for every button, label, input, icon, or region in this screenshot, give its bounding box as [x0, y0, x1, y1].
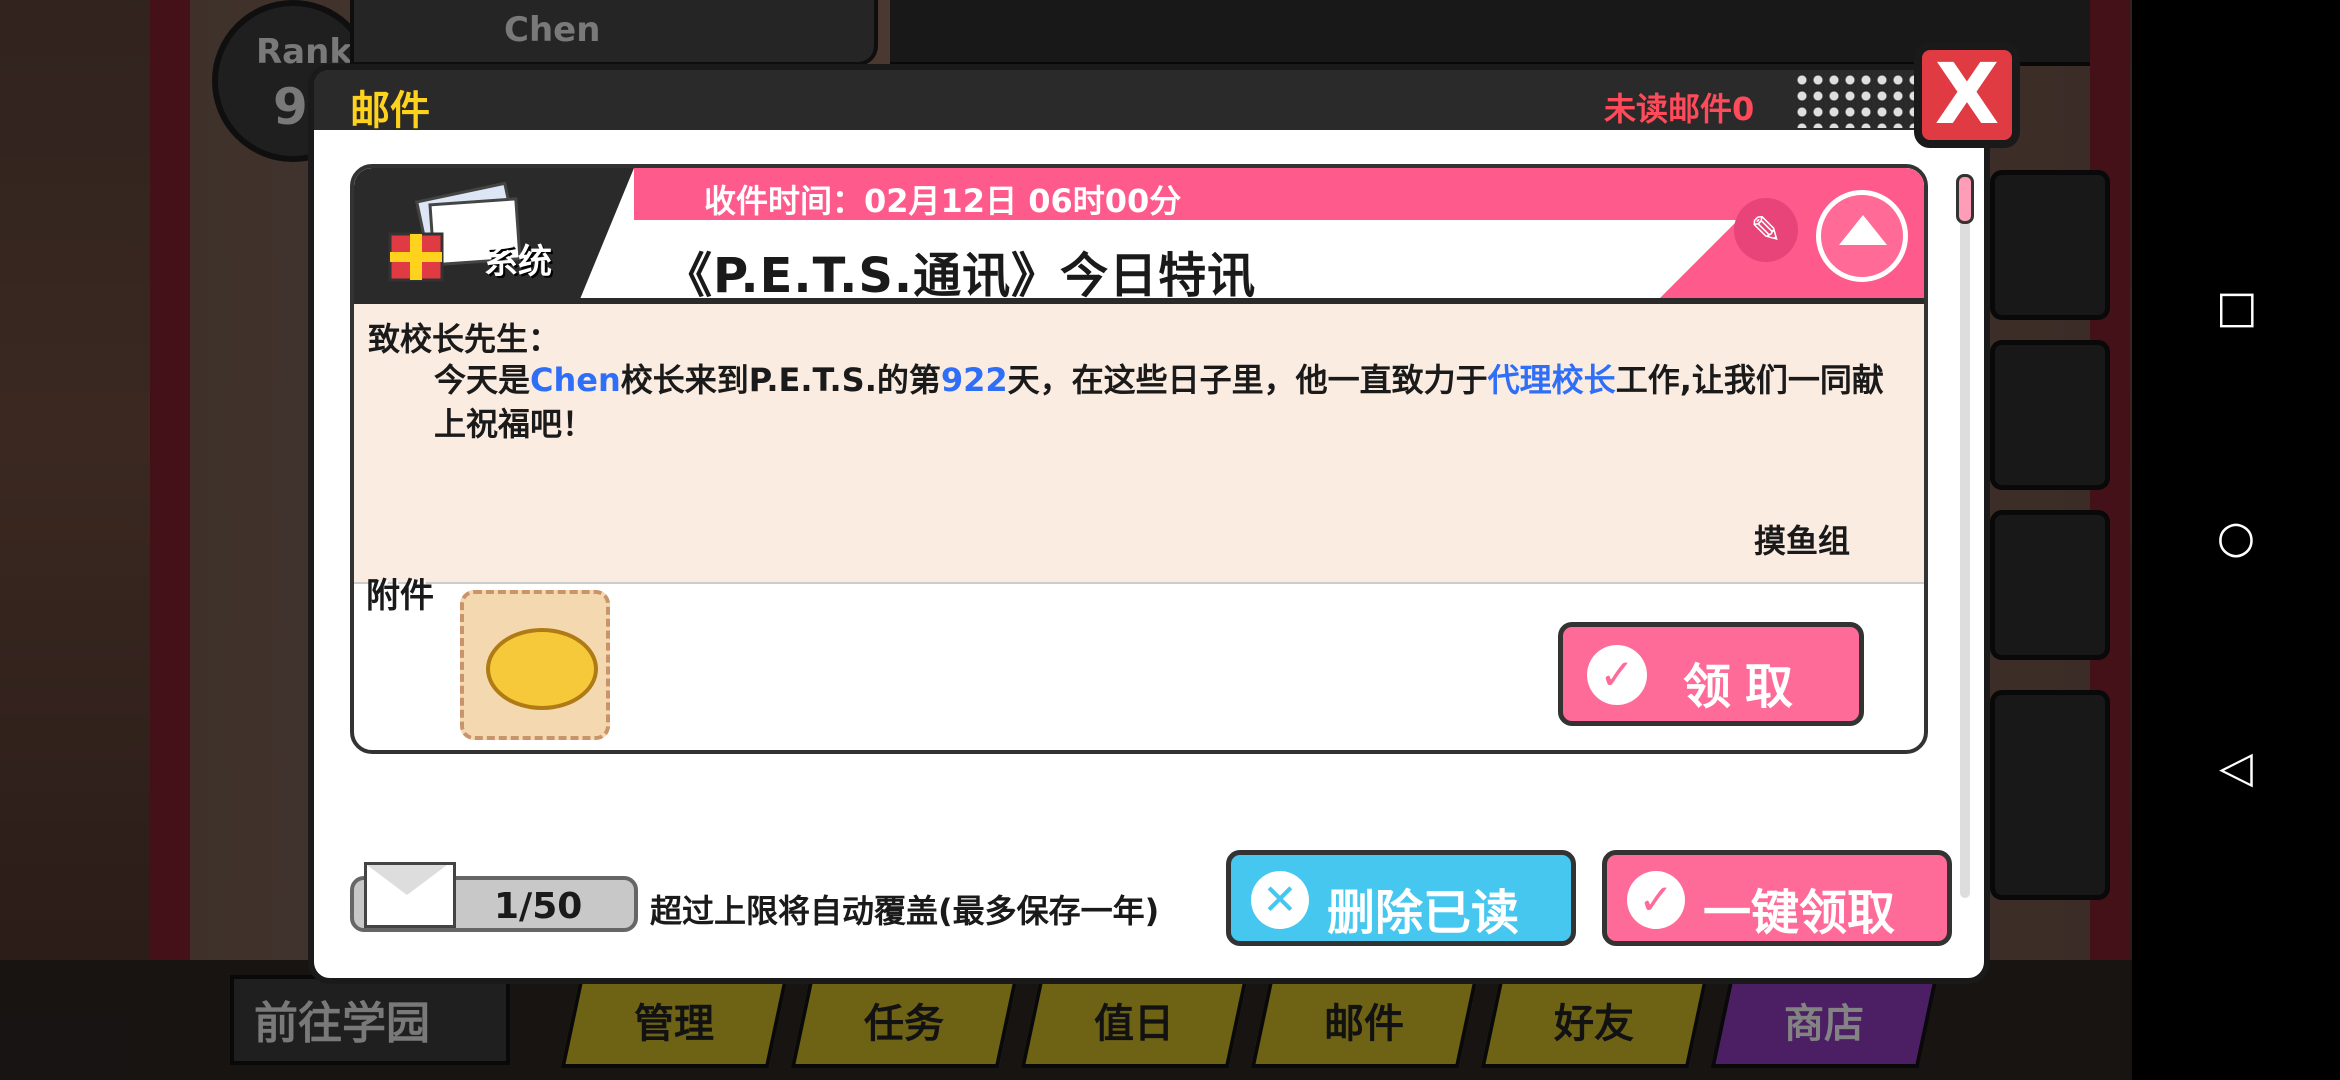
highlight-role: 代理校长 — [1487, 361, 1616, 399]
claim-button[interactable]: ✓ 领取 — [1558, 622, 1864, 726]
highlight-name: Chen — [530, 361, 621, 399]
sender-box: 系统 — [354, 168, 634, 304]
header-dots-decoration — [1794, 72, 1914, 128]
check-icon: ✓ — [1627, 871, 1685, 929]
back-icon[interactable]: ◁ — [2216, 746, 2256, 790]
mail-body: 致校长先生： 今天是Chen校长来到P.E.T.S.的第922天，在这些日子里，… — [354, 304, 1924, 584]
close-icon: X — [1934, 45, 2000, 143]
claim-all-label: 一键领取 — [1703, 885, 1896, 941]
android-nav-bar: □ ○ ◁ — [2132, 0, 2340, 1080]
greeting: 致校长先生： — [368, 320, 561, 358]
mail-dialog: 邮件 未读邮件0 收件时间：02月12日 06时00分 系统 《P.E.T.S.… — [308, 64, 1990, 984]
dialog-header: 邮件 未读邮件0 — [314, 70, 1984, 134]
check-icon: ✓ — [1587, 645, 1647, 705]
home-icon[interactable]: ○ — [2216, 516, 2256, 560]
highlight-days: 922 — [940, 361, 1008, 399]
attachment-divider — [354, 582, 1924, 584]
claim-label: 领取 — [1683, 659, 1808, 715]
scrollbar-track[interactable] — [1960, 178, 1970, 898]
scrollbar-thumb[interactable] — [1956, 174, 1974, 224]
collapse-icon[interactable] — [1816, 190, 1908, 282]
message-text: 今天是Chen校长来到P.E.T.S.的第922天，在这些日子里，他一直致力于代… — [434, 361, 1884, 443]
signature: 摸鱼组 — [1754, 522, 1851, 560]
attachment-item-cheese[interactable] — [460, 590, 610, 740]
sender-label: 系统 — [484, 242, 552, 282]
envelope-icon — [364, 862, 456, 928]
mail-counter: 1/50 — [350, 862, 638, 932]
cheese-icon — [486, 628, 598, 710]
delete-read-button[interactable]: ✕ 删除已读 — [1226, 850, 1576, 946]
attachment-label: 附件 — [366, 576, 434, 616]
mail-card: 收件时间：02月12日 06时00分 系统 《P.E.T.S.通讯》今日特讯 ✎… — [350, 164, 1928, 754]
delete-read-label: 删除已读 — [1327, 885, 1520, 941]
received-time: 收件时间：02月12日 06时00分 — [704, 182, 1182, 220]
capacity-note: 超过上限将自动覆盖(最多保存一年) — [650, 892, 1160, 930]
mail-card-header: 收件时间：02月12日 06时00分 系统 《P.E.T.S.通讯》今日特讯 ✎ — [354, 168, 1924, 304]
mail-count: 1/50 — [494, 886, 583, 927]
mail-subject: 《P.E.T.S.通讯》今日特讯 — [664, 248, 1257, 304]
close-button[interactable]: X — [1914, 42, 2020, 148]
unread-count: 未读邮件0 — [1604, 90, 1755, 128]
recent-apps-icon[interactable]: □ — [2216, 286, 2258, 330]
dialog-title: 邮件 — [350, 88, 430, 134]
attachment-clip-icon: ✎ — [1734, 198, 1798, 262]
claim-all-button[interactable]: ✓ 一键领取 — [1602, 850, 1952, 946]
close-circle-icon: ✕ — [1251, 871, 1309, 929]
